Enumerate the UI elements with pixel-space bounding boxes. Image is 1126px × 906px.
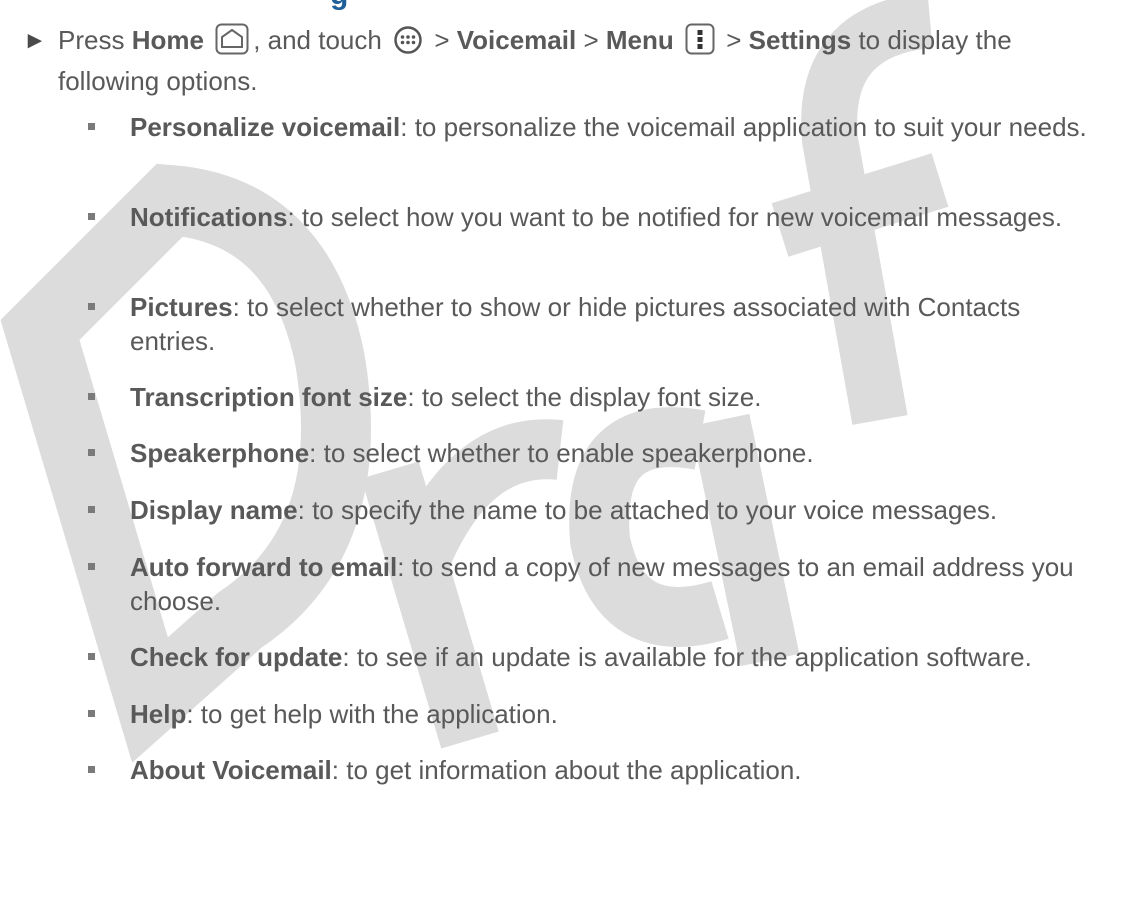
and-touch-text: , and touch	[253, 25, 382, 55]
list-item: Notifications: to select how you want to…	[88, 200, 1108, 234]
option-desc: : to select whether to enable speakerpho…	[309, 438, 814, 468]
list-item: Auto forward to email: to send a copy of…	[88, 550, 1108, 618]
list-item: Pictures: to select whether to show or h…	[88, 290, 1108, 358]
option-name: Auto forward to email	[130, 552, 398, 582]
voicemail-label: Voicemail	[456, 25, 577, 55]
list-item: Display name: to specify the name to be …	[88, 493, 1108, 527]
bullet-icon	[88, 710, 95, 717]
home-label: Home	[131, 25, 204, 55]
instruction-step: ► Press Home , and touch > Voicemail > M…	[23, 20, 1108, 102]
list-item: Transcription font size: to select the d…	[88, 380, 1108, 414]
settings-label: Settings	[748, 25, 852, 55]
list-item: Personalize voicemail: to personalize th…	[88, 110, 1108, 144]
list-item: About Voicemail: to get information abou…	[88, 753, 1108, 787]
document-page: g ► Press Home , and touch > Voicemail >…	[0, 0, 1126, 906]
option-desc: : to select the display font size.	[407, 382, 762, 412]
bullet-icon	[88, 303, 95, 310]
option-name: Help	[130, 699, 187, 729]
option-desc: : to select whether to show or hide pict…	[130, 292, 1021, 356]
separator-1: >	[434, 25, 450, 55]
home-key-icon	[215, 23, 249, 55]
bullet-icon	[88, 449, 95, 456]
option-name: Notifications	[130, 202, 288, 232]
bullet-icon	[88, 393, 95, 400]
option-name: Speakerphone	[130, 438, 310, 468]
step-arrow-icon: ►	[23, 27, 47, 54]
menu-label: Menu	[605, 25, 674, 55]
section-heading-fragment: g	[330, 0, 348, 12]
option-name: Transcription font size	[130, 382, 408, 412]
press-text: Press	[58, 25, 125, 55]
option-name: Personalize voicemail	[130, 112, 401, 142]
option-desc: : to personalize the voicemail applicati…	[400, 112, 1087, 142]
option-name: Display name	[130, 495, 298, 525]
list-item: Speakerphone: to select whether to enabl…	[88, 436, 1108, 470]
option-desc: : to get help with the application.	[186, 699, 558, 729]
option-name: About Voicemail	[130, 755, 332, 785]
list-item: Help: to get help with the application.	[88, 697, 1108, 731]
apps-icon	[394, 26, 422, 54]
separator-3: >	[726, 25, 742, 55]
bullet-icon	[88, 506, 95, 513]
option-desc: : to specify the name to be attached to …	[297, 495, 998, 525]
bullet-icon	[88, 653, 95, 660]
option-desc: : to get information about the applicati…	[331, 755, 802, 785]
list-item: Check for update: to see if an update is…	[88, 640, 1108, 674]
option-name: Pictures	[130, 292, 233, 322]
bullet-icon	[88, 123, 95, 130]
separator-2: >	[583, 25, 599, 55]
bullet-icon	[88, 766, 95, 773]
option-desc: : to select how you want to be notified …	[287, 202, 1063, 232]
option-name: Check for update	[130, 642, 343, 672]
bullet-icon	[88, 563, 95, 570]
option-desc: : to see if an update is available for t…	[342, 642, 1032, 672]
bullet-icon	[88, 213, 95, 220]
menu-key-icon	[685, 23, 715, 55]
